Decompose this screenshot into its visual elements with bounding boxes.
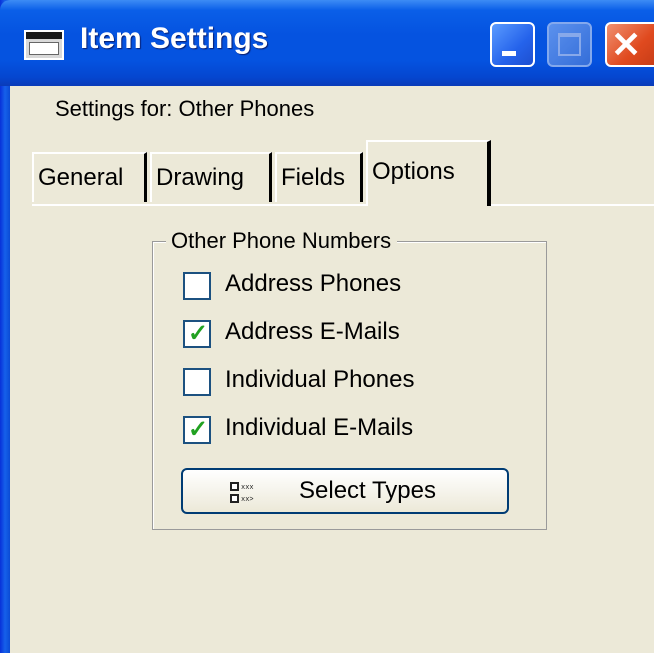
minimize-button[interactable] xyxy=(490,22,535,67)
window-frame-left xyxy=(0,0,10,653)
maximize-button[interactable] xyxy=(547,22,592,67)
close-icon: ✕ xyxy=(611,24,642,65)
checkbox-box[interactable] xyxy=(183,272,211,300)
minimize-icon xyxy=(502,51,516,56)
window-icon xyxy=(24,30,64,60)
select-types-button[interactable]: xxx xx> Select Types xyxy=(181,468,509,514)
title-bar[interactable]: Item Settings ✕ xyxy=(0,0,654,86)
group-legend: Other Phone Numbers xyxy=(166,228,398,254)
settings-for-label: Settings for: Other Phones xyxy=(55,96,315,121)
checkbox-box[interactable]: ✓ xyxy=(183,320,211,348)
tab-fields[interactable]: Fields xyxy=(275,152,363,202)
select-types-label: Select Types xyxy=(299,477,436,504)
tab-panel-edge xyxy=(32,204,654,206)
maximize-icon xyxy=(558,33,581,56)
checkbox-label: Individual E-Mails xyxy=(225,414,414,441)
item-settings-window: Item Settings ✕ Settings for: Other Phon… xyxy=(0,0,654,653)
phone-types-icon: xxx xx> xyxy=(230,482,254,504)
checkbox-label: Individual Phones xyxy=(225,366,415,393)
checkbox-box[interactable] xyxy=(183,368,211,396)
svg-text:xxx: xxx xyxy=(241,484,254,492)
close-button[interactable]: ✕ xyxy=(605,22,654,67)
window-title: Item Settings xyxy=(80,22,269,55)
checkbox-label: Address E-Mails xyxy=(225,318,400,345)
tab-drawing[interactable]: Drawing xyxy=(150,152,272,202)
svg-text:xx>: xx> xyxy=(241,496,254,504)
tab-general[interactable]: General xyxy=(32,152,147,202)
checkbox-box[interactable]: ✓ xyxy=(183,416,211,444)
checkbox-label: Address Phones xyxy=(225,270,402,297)
checkmark-icon: ✓ xyxy=(188,320,209,347)
checkmark-icon: ✓ xyxy=(188,416,209,443)
tab-options[interactable]: Options xyxy=(366,140,491,206)
